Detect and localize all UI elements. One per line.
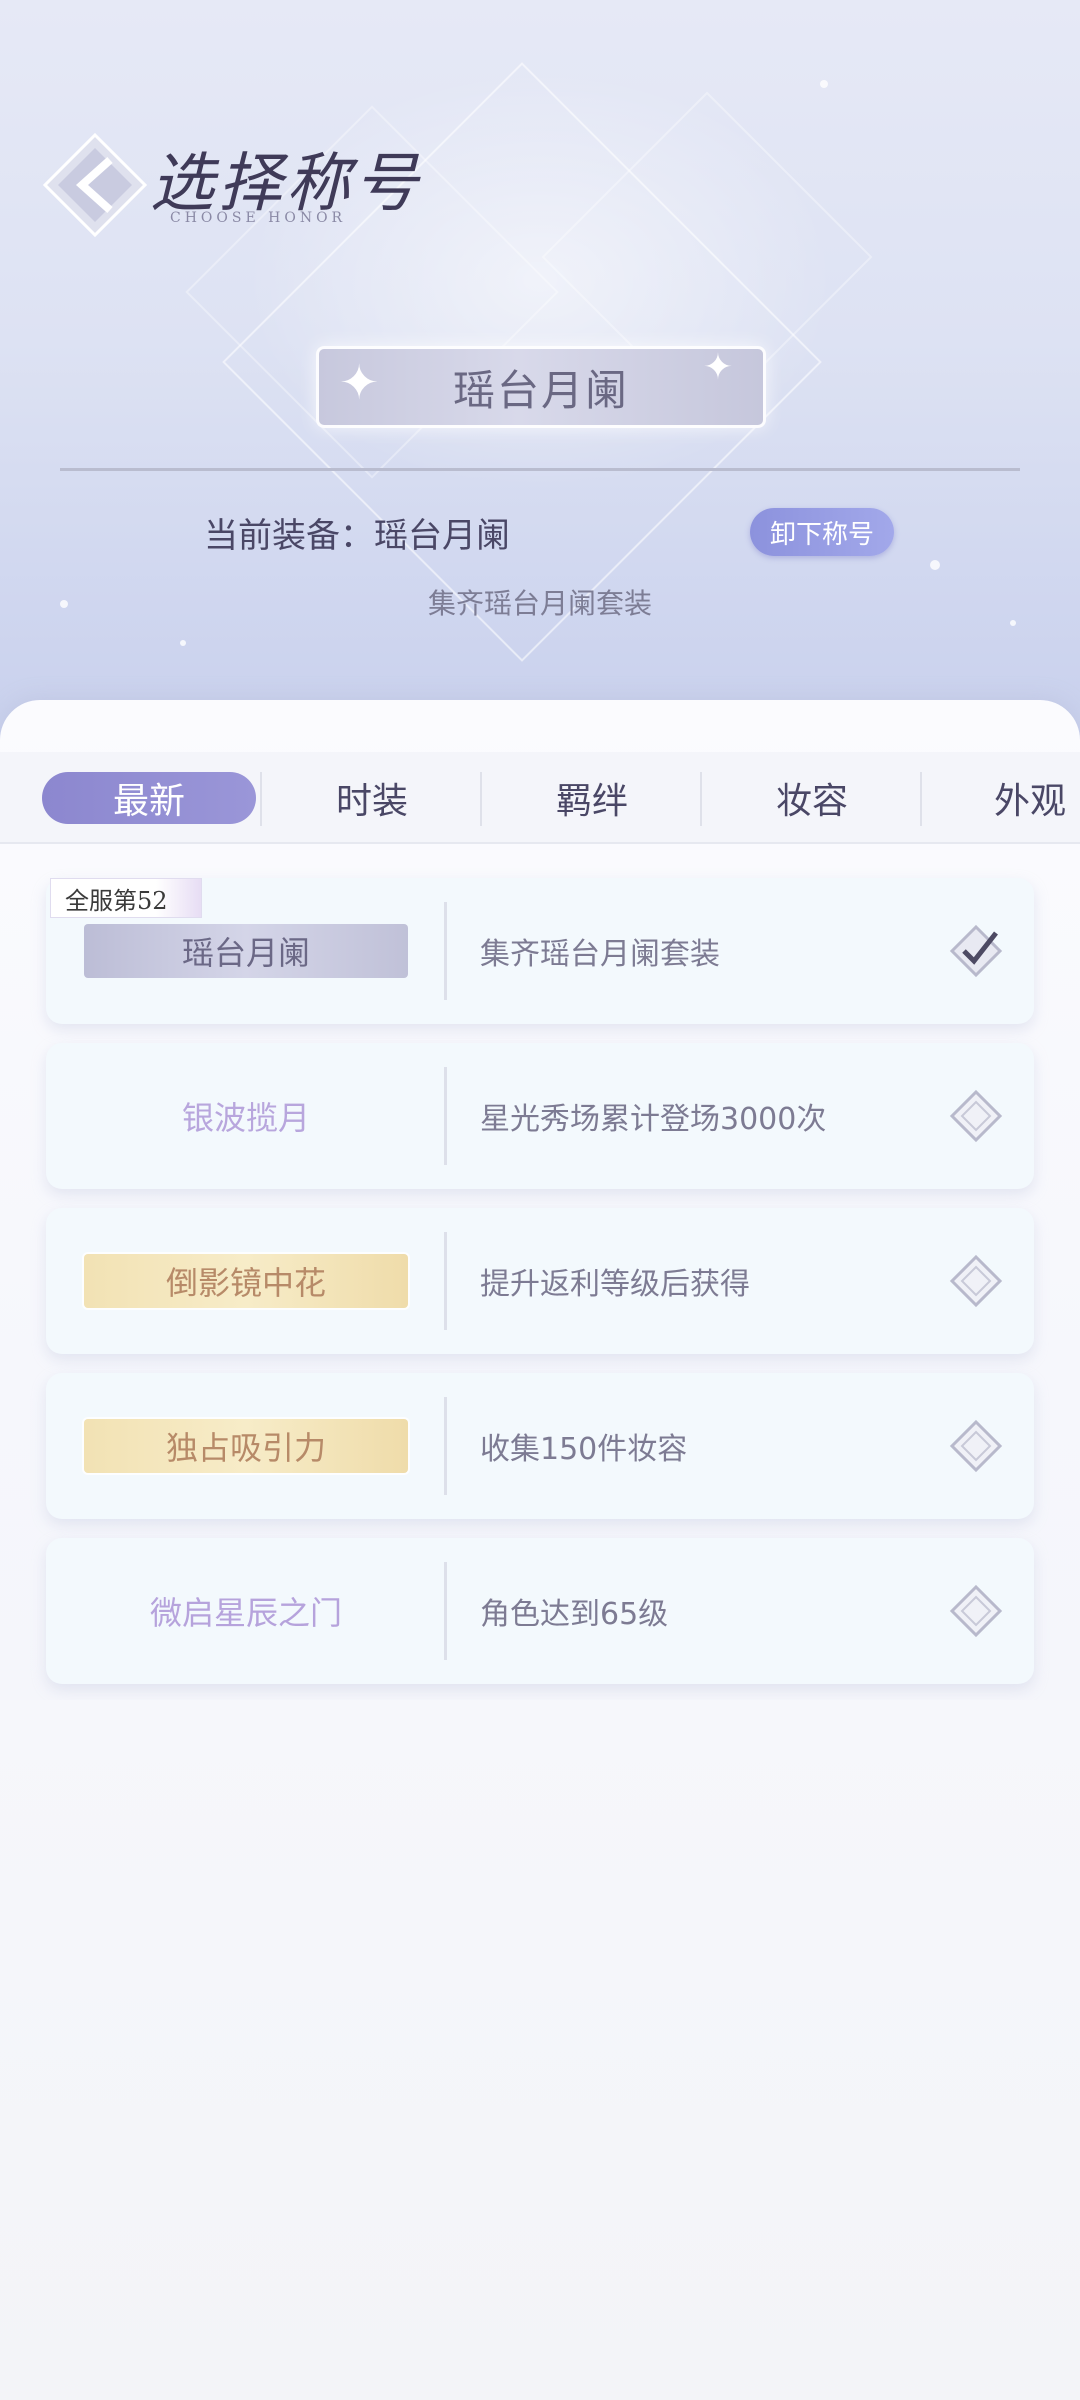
title-condition: 提升返利等级后获得: [480, 1267, 750, 1302]
diamond-outline-icon[interactable]: [946, 1416, 1006, 1476]
unequip-title-button[interactable]: 卸下称号: [750, 508, 894, 556]
diamond-check-icon[interactable]: [946, 921, 1006, 981]
title-condition: 收集150件妆容: [480, 1432, 688, 1467]
title-condition: 星光秀场累计登场3000次: [480, 1102, 827, 1137]
title-row[interactable]: 倒影镜中花 提升返利等级后获得: [46, 1208, 1034, 1354]
sparkle-icon: ✦: [702, 347, 733, 388]
divider: [60, 468, 1020, 471]
title-name: 微启星辰之门: [149, 1594, 342, 1632]
sparkle: [930, 560, 940, 570]
title-name: 独占吸引力: [84, 1419, 408, 1473]
row-divider: [444, 1232, 447, 1330]
title-row[interactable]: 银波揽月 星光秀场累计登场3000次: [46, 1043, 1034, 1189]
diamond-outline-icon[interactable]: [946, 1086, 1006, 1146]
row-divider: [444, 1067, 447, 1165]
sparkle: [180, 640, 186, 646]
tab-divider: [480, 772, 482, 826]
page-subtitle: CHOOSE HONOR: [170, 210, 347, 226]
sparkle: [820, 80, 828, 88]
category-tabs: 最新 时装 羁绊 妆容 外观: [0, 752, 1080, 844]
tab-appearance[interactable]: 外观: [924, 772, 1080, 824]
title-name: 瑶台月阑: [84, 924, 408, 978]
server-rank-badge: 全服第52: [50, 878, 202, 918]
bottom-empty-area: [0, 1700, 1080, 2400]
title-row[interactable]: 独占吸引力 收集150件妆容: [46, 1373, 1034, 1519]
tab-divider: [920, 772, 922, 826]
row-divider: [444, 902, 447, 1000]
diamond-outline-icon[interactable]: [946, 1581, 1006, 1641]
equipped-title-label: 瑶台月阑: [452, 365, 629, 415]
title-name: 银波揽月: [181, 1099, 310, 1137]
back-emblem-icon[interactable]: [40, 130, 150, 240]
tab-latest[interactable]: 最新: [42, 772, 256, 824]
tab-makeup[interactable]: 妆容: [704, 772, 920, 824]
row-divider: [444, 1562, 447, 1660]
title-condition: 角色达到65级: [480, 1597, 669, 1632]
sparkle-icon: ✦: [339, 355, 380, 411]
title-name: 倒影镜中花: [84, 1254, 408, 1308]
title-condition: 集齐瑶台月阑套装: [480, 937, 720, 972]
equipped-title-plaque: ✦ ✦ 瑶台月阑: [316, 346, 766, 428]
title-row[interactable]: 微启星辰之门 角色达到65级: [46, 1538, 1034, 1684]
tab-costume[interactable]: 时装: [264, 772, 480, 824]
row-divider: [444, 1397, 447, 1495]
current-title-description: 集齐瑶台月阑套装: [427, 587, 652, 620]
tab-divider: [700, 772, 702, 826]
tab-bond[interactable]: 羁绊: [484, 772, 700, 824]
tab-divider: [260, 772, 262, 826]
current-equipped-text: 当前装备：瑶台月阑: [204, 516, 510, 556]
diamond-outline-icon[interactable]: [946, 1251, 1006, 1311]
